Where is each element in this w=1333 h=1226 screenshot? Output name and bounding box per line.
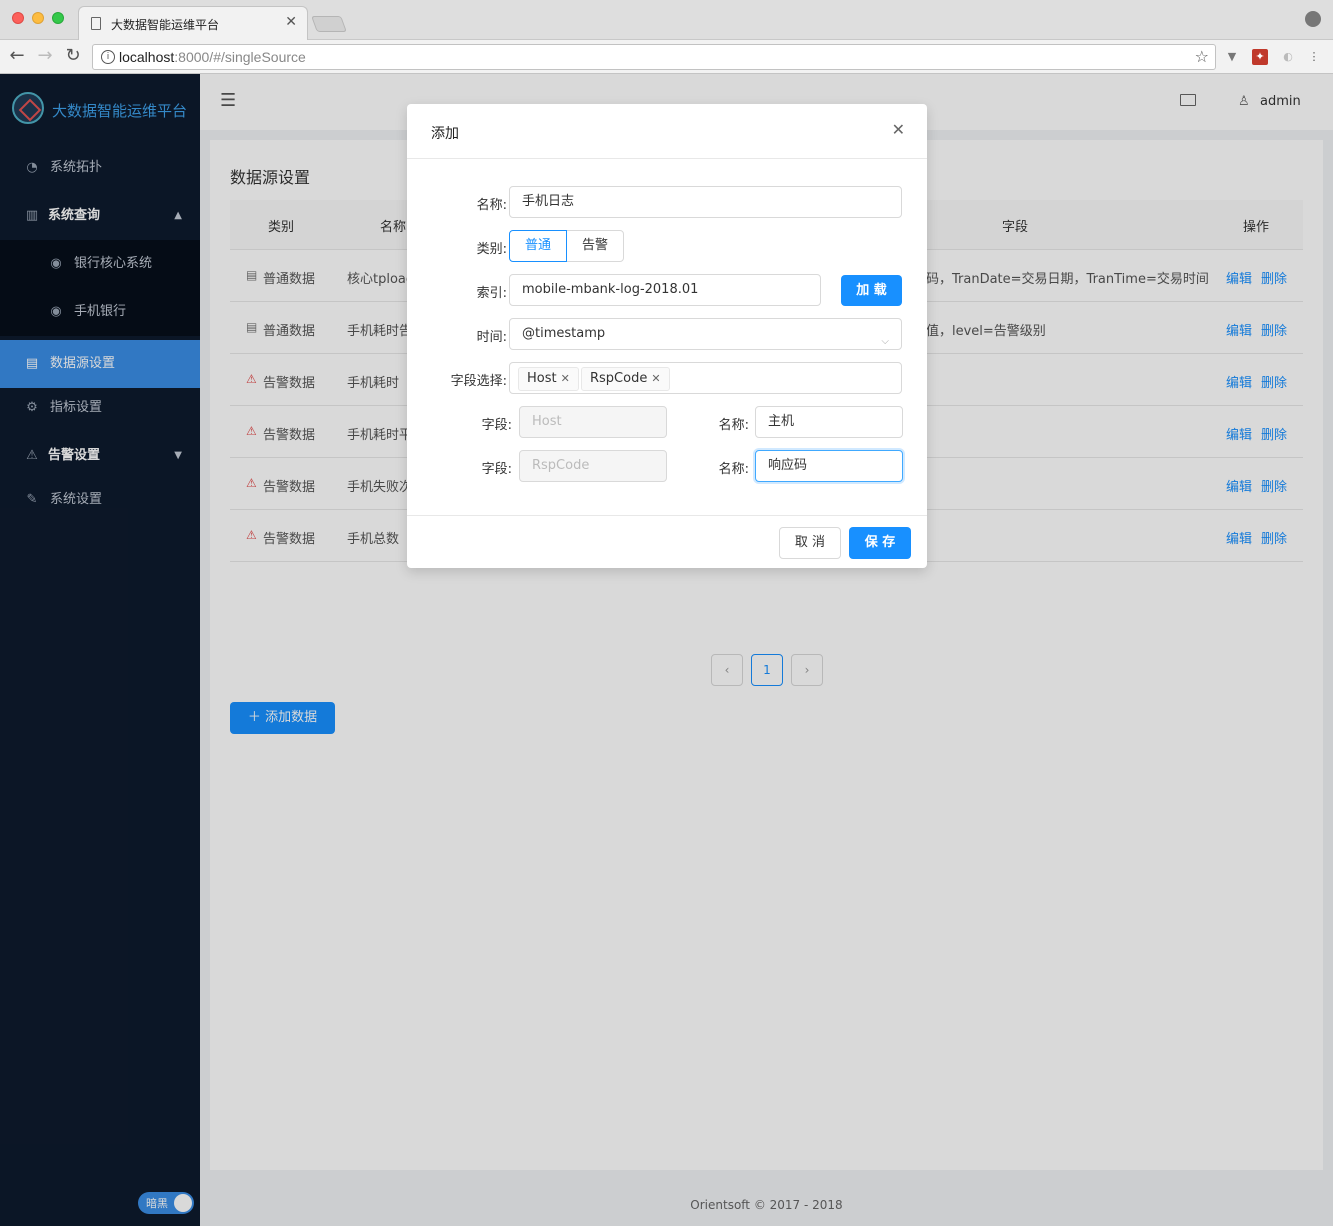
time-label: 时间: bbox=[476, 330, 507, 345]
name-input[interactable]: 手机日志 bbox=[509, 186, 902, 218]
close-icon[interactable]: ✕ bbox=[651, 372, 660, 385]
fields-multiselect[interactable]: Host ✕ RspCode ✕ bbox=[509, 362, 902, 394]
type-label: 类别: bbox=[476, 242, 507, 257]
reload-icon[interactable]: ↻ bbox=[62, 45, 84, 66]
fields-label: 字段选择: bbox=[450, 374, 507, 389]
field-name-input-rspcode[interactable]: 响应码 bbox=[755, 450, 903, 482]
minimize-window-button[interactable] bbox=[32, 12, 44, 24]
type-option-normal[interactable]: 普通 bbox=[509, 230, 567, 262]
field-name-label: 名称: bbox=[718, 418, 749, 433]
browser-toolbar: ← → ↻ i localhost:8000/#/singleSource ☆ … bbox=[0, 40, 1333, 74]
chevron-down-icon: ⌵ bbox=[881, 336, 889, 347]
extension-grey-icon[interactable]: ◐ bbox=[1280, 49, 1296, 65]
field-row-label: 字段: bbox=[481, 418, 512, 433]
field-name-input-host[interactable]: 主机 bbox=[755, 406, 903, 438]
close-window-button[interactable] bbox=[12, 12, 24, 24]
modal-header: 添加 ✕ bbox=[407, 104, 927, 159]
cancel-button[interactable]: 取 消 bbox=[779, 527, 841, 559]
load-button[interactable]: 加 载 bbox=[841, 275, 902, 306]
field-tag-label: RspCode bbox=[590, 371, 648, 386]
field-tag: Host ✕ bbox=[518, 367, 579, 391]
browser-menu-icon[interactable]: ⋮ bbox=[1306, 49, 1322, 65]
field-row-label: 字段: bbox=[481, 462, 512, 477]
address-bar[interactable]: i localhost:8000/#/singleSource ☆ bbox=[92, 44, 1216, 70]
field-tag-label: Host bbox=[527, 371, 557, 386]
browser-tabstrip: 大数据智能运维平台 ✕ bbox=[0, 0, 1333, 40]
url-text: localhost:8000/#/singleSource bbox=[119, 49, 306, 65]
profile-icon[interactable] bbox=[1305, 11, 1321, 27]
add-modal: 添加 ✕ 名称: 手机日志 类别: 普通 告警 索引: mobile-mbank… bbox=[407, 104, 927, 568]
new-tab-button[interactable] bbox=[311, 16, 347, 32]
index-label: 索引: bbox=[476, 286, 507, 301]
browser-tab[interactable]: 大数据智能运维平台 ✕ bbox=[78, 6, 308, 40]
page-icon bbox=[91, 17, 101, 30]
name-label: 名称: bbox=[476, 198, 507, 213]
extension-v-icon[interactable]: ▼ bbox=[1224, 49, 1240, 65]
type-option-alert[interactable]: 告警 bbox=[566, 230, 624, 262]
modal-footer: 取 消 保 存 bbox=[407, 515, 927, 568]
time-select-value: @timestamp bbox=[522, 326, 606, 341]
bookmark-star-icon[interactable]: ☆ bbox=[1195, 47, 1209, 66]
save-button[interactable]: 保 存 bbox=[849, 527, 911, 559]
maximize-window-button[interactable] bbox=[52, 12, 64, 24]
info-icon[interactable]: i bbox=[101, 50, 115, 64]
modal-title: 添加 bbox=[431, 126, 459, 142]
forward-icon[interactable]: → bbox=[34, 45, 56, 66]
tab-close-icon[interactable]: ✕ bbox=[285, 14, 297, 30]
close-icon[interactable]: ✕ bbox=[892, 120, 905, 139]
back-icon[interactable]: ← bbox=[6, 45, 28, 66]
field-tag: RspCode ✕ bbox=[581, 367, 670, 391]
time-select[interactable]: @timestamp ⌵ bbox=[509, 318, 902, 350]
index-input[interactable]: mobile-mbank-log-2018.01 bbox=[509, 274, 821, 306]
field-input-rspcode: RspCode bbox=[519, 450, 667, 482]
close-icon[interactable]: ✕ bbox=[561, 372, 570, 385]
tab-title: 大数据智能运维平台 bbox=[111, 18, 220, 32]
field-name-label: 名称: bbox=[718, 462, 749, 477]
extension-red-icon[interactable]: ✦ bbox=[1252, 49, 1268, 65]
field-input-host: Host bbox=[519, 406, 667, 438]
